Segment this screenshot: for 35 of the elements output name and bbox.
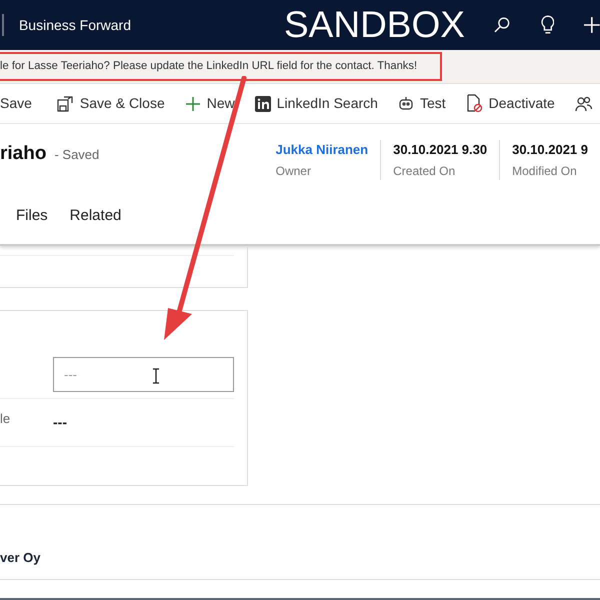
notification-text: le for Lasse Teeriaho? Please update the LinkedIn URL field for the contact. Thanks! xyxy=(0,54,440,79)
tab[interactable]: Files xyxy=(16,205,48,228)
tab[interactable]: Related xyxy=(70,205,122,228)
record-title: riaho xyxy=(0,142,46,166)
save-status: - Saved xyxy=(54,146,100,164)
command-button[interactable]: LinkedIn Search xyxy=(254,93,378,114)
command-button[interactable] xyxy=(574,96,593,112)
field-value: 30.10.2021 9.30 xyxy=(393,141,488,159)
field-label: Modified On xyxy=(512,162,578,180)
robot-icon xyxy=(398,96,414,112)
field-value: --- xyxy=(53,413,67,432)
people-icon xyxy=(574,96,593,112)
command-button[interactable]: Save xyxy=(0,93,32,114)
search-icon[interactable] xyxy=(492,16,511,34)
account-name: ver Oy xyxy=(0,548,40,567)
command-button[interactable]: Test xyxy=(398,93,446,114)
plus-icon[interactable] xyxy=(584,15,600,35)
environment-label: SANDBOX xyxy=(284,3,465,48)
linkedin-url-field[interactable]: --- xyxy=(53,357,234,392)
field-label: Created On xyxy=(393,162,456,180)
command-button[interactable]: Save & Close xyxy=(56,93,165,114)
linkedin-icon xyxy=(254,96,271,112)
field-value: 30.10.2021 9 xyxy=(512,141,588,159)
command-button[interactable]: Deactivate xyxy=(466,93,555,114)
owner-link[interactable]: Jukka Niiranen xyxy=(276,140,368,160)
field-label: Owner xyxy=(276,162,312,180)
text-cursor-icon xyxy=(152,368,160,384)
field-label: le xyxy=(0,410,12,428)
document-block-icon xyxy=(466,94,483,113)
app-name: Business Forward xyxy=(18,16,132,34)
input-field[interactable]: --- xyxy=(64,364,223,384)
command-button[interactable]: New xyxy=(184,93,235,114)
save-close-icon xyxy=(56,94,74,112)
plus-icon xyxy=(184,96,201,112)
lightbulb-icon[interactable] xyxy=(540,15,554,35)
